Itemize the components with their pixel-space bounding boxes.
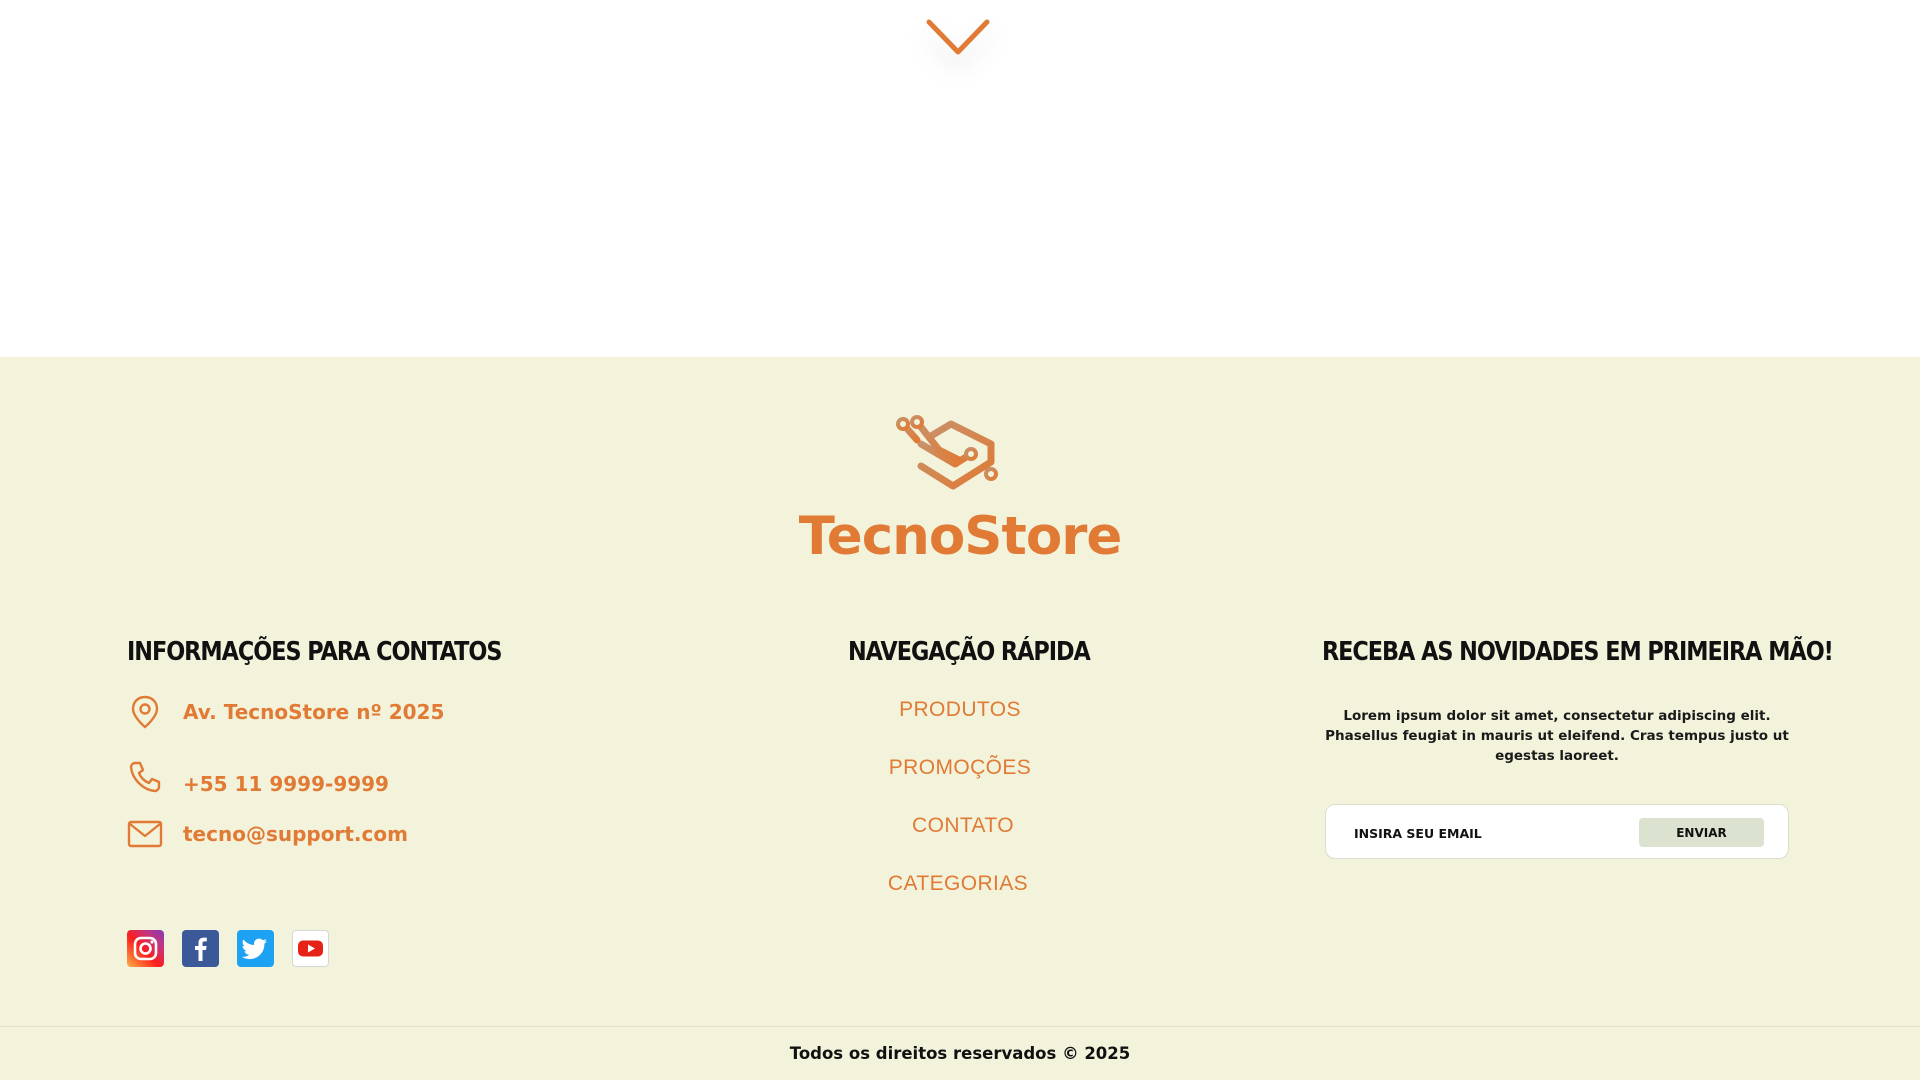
twitter-icon[interactable] [237, 930, 274, 967]
newsletter-title: RECEBA AS NOVIDADES EM PRIMEIRA MÃO! [1322, 637, 1834, 667]
send-button[interactable]: ENVIAR [1639, 818, 1764, 847]
contact-address: Av. TecnoStore nº 2025 [127, 694, 444, 730]
content-area [0, 0, 1920, 357]
copyright: Todos os direitos reservados © 2025 [789, 1044, 1131, 1063]
contact-email: tecno@support.com [127, 816, 408, 852]
nav-title: NAVEGAÇÃO RÁPIDA [848, 637, 1091, 667]
mail-icon [127, 820, 163, 848]
phone-icon [129, 761, 161, 793]
instagram-icon[interactable] [127, 930, 164, 967]
chevron-down-icon[interactable] [923, 14, 993, 62]
contact-phone: +55 11 9999-9999 [127, 758, 389, 796]
footer-divider [0, 1026, 1920, 1027]
address-text: Av. TecnoStore nº 2025 [183, 700, 445, 724]
nav-link-categorias[interactable]: CATEGORIAS [808, 872, 1108, 896]
logo-icon [896, 415, 998, 490]
contact-title: INFORMAÇÕES PARA CONTATOS [127, 637, 502, 667]
phone-text: +55 11 9999-9999 [183, 772, 389, 796]
location-pin-icon [131, 695, 159, 729]
brand-name: TecnoStore [798, 506, 1123, 567]
facebook-icon[interactable] [182, 930, 219, 967]
email-text: tecno@support.com [183, 822, 408, 846]
nav-link-produtos[interactable]: PRODUTOS [810, 698, 1110, 722]
nav-link-contato[interactable]: CONTATO [813, 814, 1113, 838]
nav-link-promocoes[interactable]: PROMOÇÕES [810, 756, 1110, 780]
newsletter-description: Lorem ipsum dolor sit amet, consectetur … [1325, 708, 1789, 764]
email-input[interactable] [1352, 819, 1616, 847]
youtube-icon[interactable] [292, 930, 329, 967]
newsletter-form: ENVIAR [1325, 804, 1789, 859]
